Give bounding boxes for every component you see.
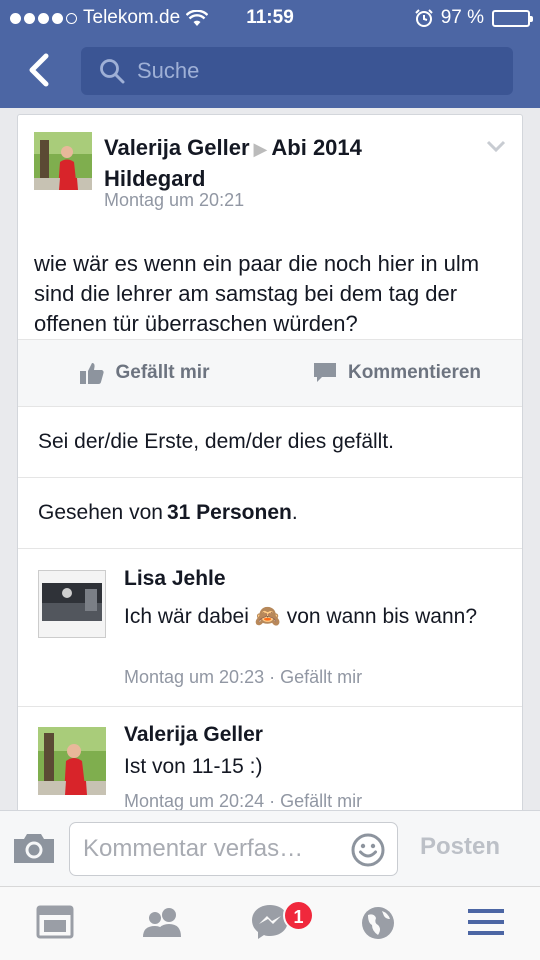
post-button[interactable]: Posten	[420, 833, 500, 861]
post-card: Valerija Geller ▶ Abi 2014 Hildegard Monta…	[17, 114, 523, 814]
comment-text: Ich wär dabei 🙈 von wann bis wann?	[124, 605, 478, 628]
top-bar: Telekom.de 11:59 97 %	[0, 0, 540, 108]
post-text: wie wär es wenn ein paar die noch hier i…	[34, 251, 480, 336]
post-author-line: Valerija Geller ▶ Abi 2014 Hildegard	[104, 133, 464, 193]
status-bar: Telekom.de 11:59 97 %	[0, 0, 540, 36]
seen-by[interactable]: Gesehen von 31 Personen.	[18, 478, 522, 549]
comment-text: Ist von 11-15 :)	[124, 755, 263, 778]
comment-icon	[313, 363, 336, 382]
thumbs-up-icon	[79, 363, 104, 384]
comment-composer: Posten	[0, 810, 540, 886]
comment-like-link[interactable]: Gefällt mir	[280, 667, 362, 687]
comment-like-link[interactable]: Gefällt mir	[280, 791, 362, 811]
globe-icon[interactable]	[360, 905, 396, 941]
group-name-link[interactable]: Abi 2014	[271, 135, 362, 160]
comment-input[interactable]	[83, 835, 345, 863]
messenger-badge: 1	[283, 900, 314, 931]
comment-box[interactable]	[69, 822, 398, 876]
friends-icon[interactable]	[141, 905, 185, 939]
author-name-link[interactable]: Valerija Geller	[104, 135, 250, 160]
back-chevron-icon[interactable]	[22, 52, 58, 88]
like-button[interactable]: Gefällt mir	[18, 340, 271, 406]
comment-item: Lisa Jehle Ich wär dabei 🙈 von wann bis …	[18, 549, 522, 707]
search-input[interactable]	[137, 58, 477, 84]
smiley-icon[interactable]	[351, 833, 385, 867]
likes-text: Sei der/die Erste, dem/der dies gefällt.	[38, 430, 395, 453]
camera-icon[interactable]	[12, 831, 56, 865]
author-avatar[interactable]	[34, 132, 92, 190]
commenter-name[interactable]: Lisa Jehle	[124, 567, 226, 591]
arrow-right-icon: ▶	[253, 139, 268, 159]
comment-timestamp[interactable]: Montag um 20:24	[124, 791, 264, 811]
battery-percent: 97 %	[440, 7, 484, 28]
author-line2[interactable]: Hildegard	[104, 166, 205, 191]
comment-timestamp[interactable]: Montag um 20:23	[124, 667, 264, 687]
comment-meta: Montag um 20:23 · Gefällt mir	[124, 667, 363, 687]
seen-suffix: .	[291, 501, 298, 524]
post-header: Valerija Geller ▶ Abi 2014 Hildegard Monta…	[18, 115, 522, 211]
post-timestamp[interactable]: Montag um 20:21	[104, 190, 244, 211]
news-feed-icon[interactable]	[36, 905, 74, 939]
commenter-avatar[interactable]	[38, 727, 106, 795]
comment-meta: Montag um 20:24 · Gefällt mir	[124, 791, 363, 811]
chevron-down-icon[interactable]	[486, 139, 506, 153]
likes-summary[interactable]: Sei der/die Erste, dem/der dies gefällt.	[18, 407, 522, 478]
search-bar[interactable]	[81, 47, 513, 95]
menu-icon[interactable]	[468, 907, 504, 937]
search-icon	[100, 59, 125, 84]
tab-bar	[0, 886, 540, 960]
comment-item: Valerija Geller Ist von 11-15 :) Montag …	[18, 707, 522, 813]
battery-icon	[492, 9, 533, 27]
post-actions: Gefällt mir Kommentieren	[18, 339, 522, 407]
like-label: Gefällt mir	[115, 362, 210, 383]
seen-prefix: Gesehen von	[38, 501, 163, 524]
commenter-name[interactable]: Valerija Geller	[124, 723, 263, 747]
comment-button[interactable]: Kommentieren	[271, 340, 522, 406]
commenter-avatar[interactable]	[38, 570, 106, 638]
comment-label: Kommentieren	[347, 362, 482, 383]
alarm-icon	[414, 9, 433, 27]
seen-count: 31 Personen	[166, 501, 292, 524]
